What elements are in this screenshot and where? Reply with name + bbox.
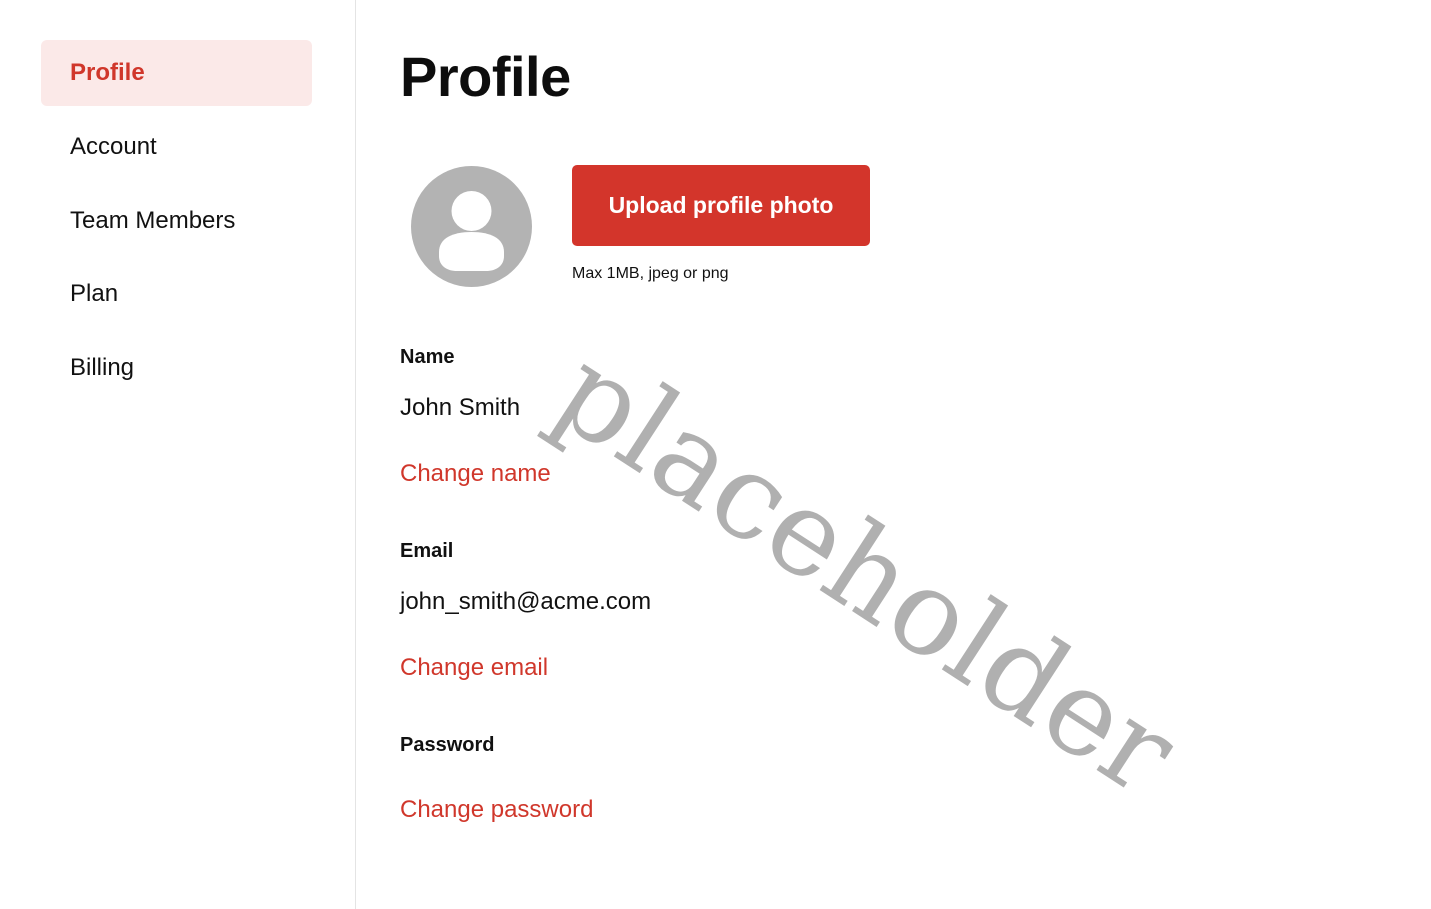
change-name-link[interactable]: Change name (400, 460, 551, 488)
sidebar-item-profile[interactable]: Profile (41, 40, 312, 106)
settings-sidebar: Profile Account Team Members Plan Billin… (0, 0, 356, 909)
sidebar-item-label: Profile (70, 59, 145, 86)
sidebar-item-label: Team Members (70, 207, 236, 234)
name-label: Name (400, 346, 455, 368)
sidebar-item-billing[interactable]: Billing (41, 335, 312, 401)
sidebar-item-account[interactable]: Account (41, 114, 312, 180)
sidebar-item-label: Billing (70, 354, 135, 381)
profile-panel: Profile Upload profile photo Max 1MB, jp… (357, 0, 1431, 909)
page-title: Profile (400, 45, 571, 108)
change-email-link[interactable]: Change email (400, 654, 548, 682)
email-label: Email (400, 540, 454, 562)
sidebar-item-team-members[interactable]: Team Members (41, 188, 312, 254)
user-circle-icon (411, 166, 532, 287)
password-label: Password (400, 734, 495, 756)
change-password-link[interactable]: Change password (400, 796, 593, 824)
sidebar-item-plan[interactable]: Plan (41, 261, 312, 327)
name-value: John Smith (400, 394, 521, 421)
upload-profile-photo-button[interactable]: Upload profile photo (572, 165, 870, 246)
upload-hint: Max 1MB, jpeg or png (572, 265, 729, 282)
email-value: john_smith@acme.com (400, 588, 652, 615)
sidebar-item-label: Account (70, 133, 157, 160)
sidebar-item-label: Plan (70, 280, 119, 307)
